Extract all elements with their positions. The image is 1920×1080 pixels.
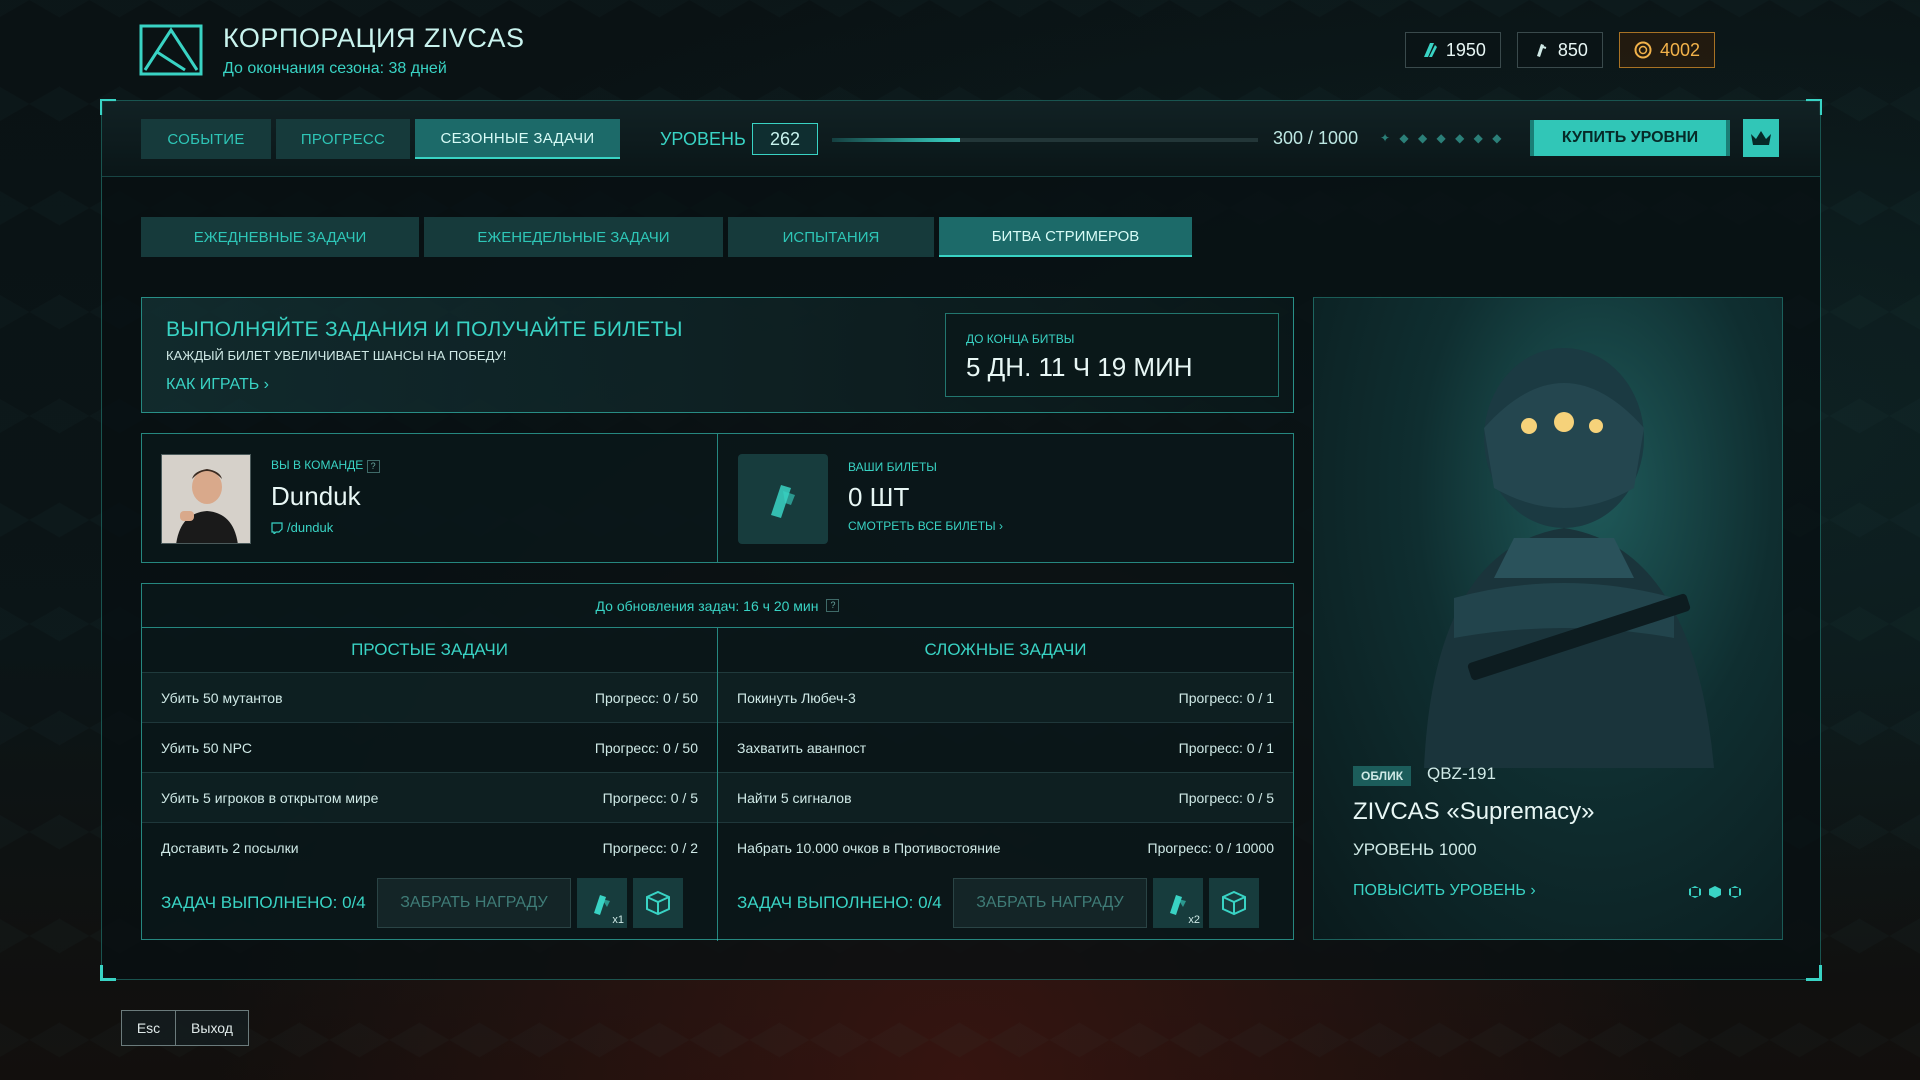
- battle-timer-label: ДО КОНЦА БИТВЫ: [966, 332, 1075, 346]
- esc-key[interactable]: Esc: [122, 1011, 176, 1045]
- carousel-pager: [1689, 886, 1741, 898]
- battle-banner: ВЫПОЛНЯЙТЕ ЗАДАНИЯ И ПОЛУЧАЙТЕ БИЛЕТЫ КА…: [141, 297, 1294, 413]
- hard-reward-box: [1209, 878, 1259, 928]
- banner-subtitle: КАЖДЫЙ БИЛЕТ УВЕЛИЧИВАЕТ ШАНСЫ НА ПОБЕДУ…: [166, 348, 507, 363]
- currency-bar: 1950 850 4002: [1404, 32, 1715, 68]
- task-row: Найти 5 сигналов Прогресс: 0 / 5: [718, 772, 1293, 822]
- level-progress-bar: [832, 138, 1258, 142]
- help-icon[interactable]: ?: [826, 599, 840, 612]
- task-row: Захватить аванпост Прогресс: 0 / 1: [718, 722, 1293, 772]
- streamer-link[interactable]: /dunduk: [271, 520, 380, 535]
- level-xp: 300 / 1000: [1273, 128, 1359, 148]
- tickets-count: 0 ШТ: [848, 482, 910, 512]
- task-row: Убить 5 игроков в открытом мире Прогресс:…: [142, 772, 717, 822]
- simple-tasks-list: Убить 50 мутантов Прогресс: 0 / 50 Убить …: [142, 672, 717, 872]
- subtab-streamer-battle[interactable]: БИТВА СТРИМЕРОВ: [939, 217, 1192, 257]
- currency-gold-value: 4002: [1659, 39, 1700, 60]
- tab-seasonal-tasks[interactable]: СЕЗОННЫЕ ЗАДАЧИ: [415, 119, 620, 159]
- soldier-skin-illustration: [1424, 348, 1714, 768]
- hard-tasks-done: ЗАДАЧ ВЫПОЛНЕНО: 0/4: [737, 893, 942, 912]
- skin-type-badge: ОБЛИК: [1353, 766, 1412, 786]
- tab-event[interactable]: СОБЫТИЕ: [141, 119, 271, 159]
- battle-timer: ДО КОНЦА БИТВЫ 5 ДН. 11 Ч 19 МИН: [945, 313, 1279, 397]
- main-panel: СОБЫТИЕ ПРОГРЕСС СЕЗОННЫЕ ЗАДАЧИ УРОВЕНЬ…: [100, 99, 1822, 981]
- subtab-weekly[interactable]: ЕЖЕНЕДЕЛЬНЫЕ ЗАДАЧИ: [424, 217, 723, 257]
- claim-hard-reward-button[interactable]: ЗАБРАТЬ НАГРАДУ: [953, 878, 1147, 928]
- simple-tasks-done: ЗАДАЧ ВЫПОЛНЕНО: 0/4: [161, 893, 366, 912]
- ticket-icon: [594, 895, 610, 915]
- simple-reward-ticket: x1: [577, 878, 627, 928]
- streamer-avatar: [161, 454, 251, 544]
- loot-box-icon: [1222, 890, 1246, 916]
- hard-tasks-list: Покинуть Любеч-3 Прогресс: 0 / 1 Захватит…: [718, 672, 1293, 872]
- simple-reward-box: [633, 878, 683, 928]
- level-progress-fill: [832, 138, 960, 142]
- season-countdown: До окончания сезона: 38 дней: [223, 59, 447, 77]
- ticket-icon: [1170, 895, 1186, 915]
- premium-currency-icon: [1423, 43, 1437, 57]
- how-to-play-link[interactable]: КАК ИГРАТЬ ›: [166, 376, 269, 394]
- help-icon[interactable]: ?: [366, 460, 380, 473]
- skin-weapon-code: QBZ-191: [1427, 764, 1496, 783]
- premium-crown-button[interactable]: [1743, 119, 1779, 157]
- pager-dot-active[interactable]: [1709, 886, 1721, 898]
- simple-tasks-column: ПРОСТЫЕ ЗАДАЧИ Убить 50 мутантов Прогресс…: [142, 628, 717, 941]
- exit-button[interactable]: Выход: [176, 1011, 248, 1045]
- currency-gold[interactable]: 4002: [1618, 32, 1715, 68]
- skin-name: ZIVCAS «Supremacy»: [1353, 798, 1595, 825]
- tasks-update-timer: До обновления задач: 16 ч 20 мин ?: [142, 584, 1293, 628]
- crown-icon: [1751, 131, 1771, 145]
- buy-levels-button[interactable]: КУПИТЬ УРОВНИ: [1530, 120, 1730, 156]
- page-title: КОРПОРАЦИЯ ZIVCAS: [223, 22, 525, 53]
- task-row: Покинуть Любеч-3 Прогресс: 0 / 1: [718, 672, 1293, 722]
- ticket-currency-icon: [1536, 44, 1547, 57]
- currency-tickets[interactable]: 850: [1516, 32, 1603, 68]
- subtab-daily[interactable]: ЕЖЕДНЕВНЫЕ ЗАДАЧИ: [141, 217, 419, 257]
- corp-logo-icon: [139, 24, 203, 76]
- view-all-tickets-link[interactable]: СМОТРЕТЬ ВСЕ БИЛЕТЫ ›: [848, 519, 1003, 533]
- hard-reward-ticket: x2: [1153, 878, 1203, 928]
- currency-premium-value: 1950: [1445, 39, 1486, 60]
- tasks-panel: До обновления задач: 16 ч 20 мин ? ПРОСТ…: [141, 583, 1294, 941]
- hard-tasks-footer: ЗАДАЧ ВЫПОЛНЕНО: 0/4 ЗАБРАТЬ НАГРАДУ x2: [718, 865, 1293, 941]
- subtab-challenges[interactable]: ИСПЫТАНИЯ: [728, 217, 934, 257]
- level-pips-icon: ✦ ◆ ◆ ◆ ◆ ◆ ◆: [1380, 131, 1505, 145]
- team-tickets-panel: ВЫ В КОМАНДЕ ? Dunduk /dunduk ВАШИ БИЛЕТ…: [141, 433, 1294, 563]
- level-value: 262: [752, 123, 818, 155]
- task-row: Убить 50 NPC Прогресс: 0 / 50: [142, 722, 717, 772]
- pager-dot[interactable]: [1729, 886, 1741, 898]
- twitch-icon: [271, 521, 283, 534]
- loot-box-icon: [646, 890, 670, 916]
- team-label: ВЫ В КОМАНДЕ ?: [271, 458, 380, 473]
- tickets-icon-box: [738, 454, 828, 544]
- header: КОРПОРАЦИЯ ZIVCAS До окончания сезона: 3…: [139, 20, 524, 80]
- level-label: УРОВЕНЬ: [660, 129, 746, 149]
- exit-hint[interactable]: Esc Выход: [121, 1010, 249, 1046]
- upgrade-level-link[interactable]: ПОВЫСИТЬ УРОВЕНЬ ›: [1353, 882, 1536, 900]
- hard-tasks-title: СЛОЖНЫЕ ЗАДАЧИ: [924, 640, 1087, 659]
- top-bar: СОБЫТИЕ ПРОГРЕСС СЕЗОННЫЕ ЗАДАЧИ УРОВЕНЬ…: [102, 101, 1820, 177]
- banner-title: ВЫПОЛНЯЙТЕ ЗАДАНИЯ И ПОЛУЧАЙТЕ БИЛЕТЫ: [166, 318, 683, 341]
- claim-simple-reward-button[interactable]: ЗАБРАТЬ НАГРАДУ: [377, 878, 571, 928]
- ticket-icon: [771, 485, 795, 518]
- skin-reward-card: ОБЛИК QBZ-191 ZIVCAS «Supremacy» УРОВЕНЬ…: [1313, 297, 1783, 940]
- simple-tasks-footer: ЗАДАЧ ВЫПОЛНЕНО: 0/4 ЗАБРАТЬ НАГРАДУ x1: [142, 865, 717, 941]
- simple-tasks-title: ПРОСТЫЕ ЗАДАЧИ: [351, 640, 508, 659]
- tickets-label: ВАШИ БИЛЕТЫ: [848, 460, 937, 474]
- tab-progress[interactable]: ПРОГРЕСС: [276, 119, 410, 159]
- battle-timer-value: 5 ДН. 11 Ч 19 МИН: [966, 352, 1193, 382]
- task-row: Убить 50 мутантов Прогресс: 0 / 50: [142, 672, 717, 722]
- skin-level: УРОВЕНЬ 1000: [1353, 840, 1477, 859]
- streamer-name: Dunduk: [271, 481, 361, 511]
- hard-tasks-column: СЛОЖНЫЕ ЗАДАЧИ Покинуть Любеч-3 Прогресс:…: [718, 628, 1293, 941]
- streamer-portrait-icon: [162, 455, 250, 543]
- pager-dot[interactable]: [1689, 886, 1701, 898]
- currency-tickets-value: 850: [1557, 39, 1588, 60]
- currency-premium[interactable]: 1950: [1404, 32, 1501, 68]
- gold-coin-icon: [1634, 41, 1652, 59]
